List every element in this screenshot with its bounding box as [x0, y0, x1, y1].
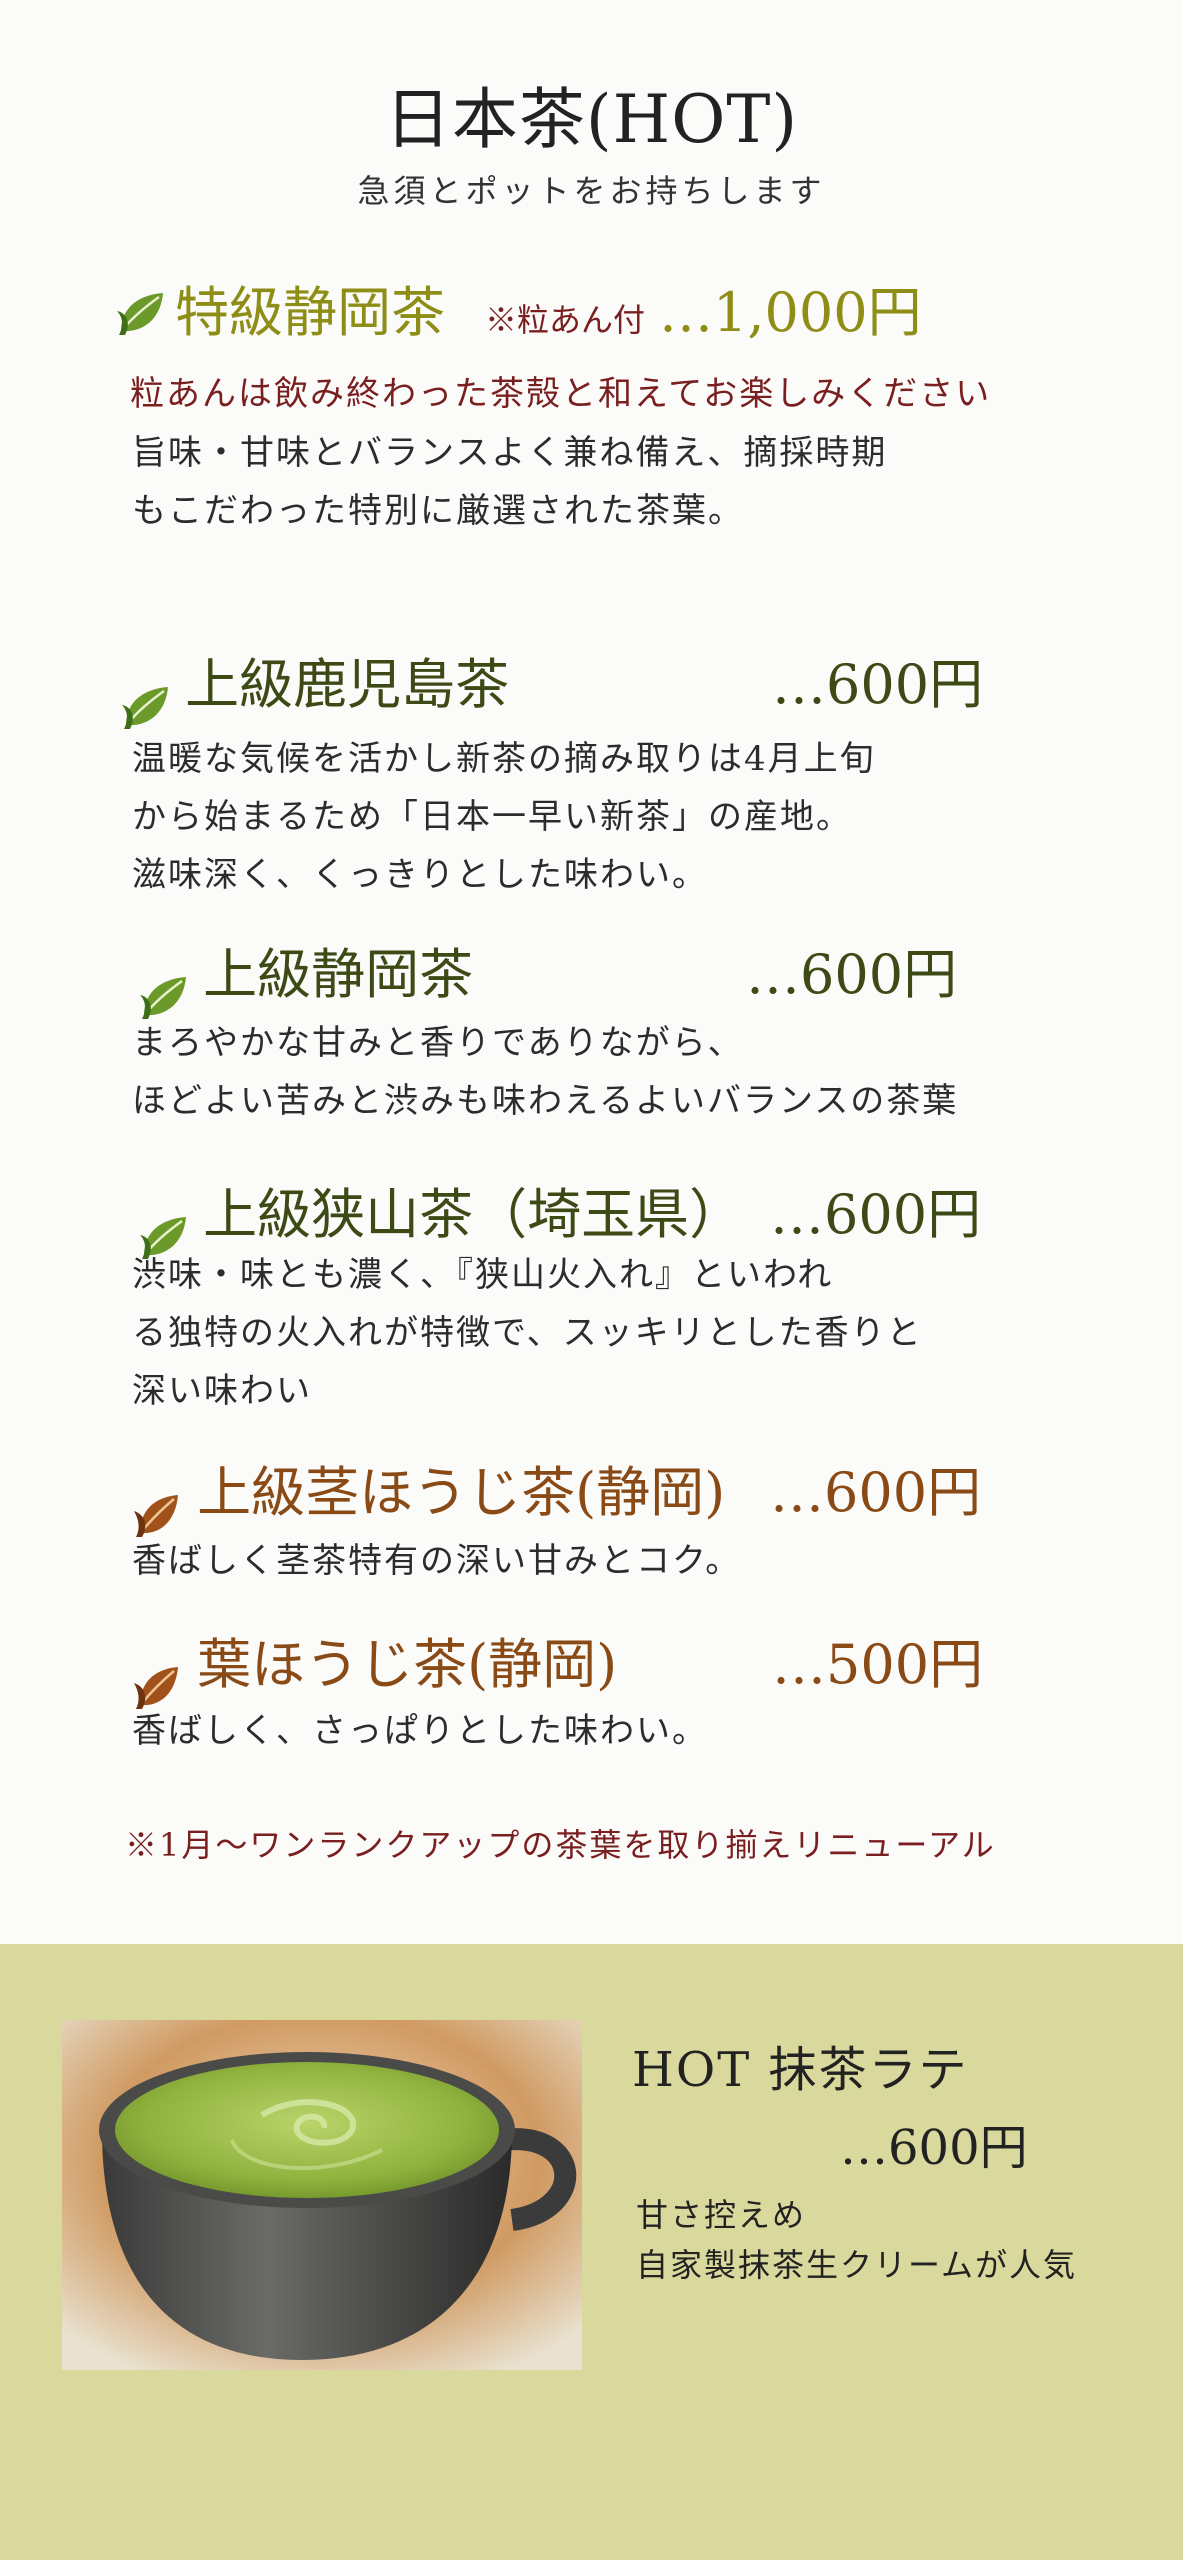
item-price: …600円	[770, 1183, 982, 1246]
menu-item-kuki-houjicha: 上級茎ほうじ茶(静岡)	[132, 1448, 725, 1533]
item-description: 渋味・味とも濃く、『狭山火入れ』といわれ る独特の火入れが特徴で、スッキリとした…	[132, 1255, 923, 1411]
latte-description: 甘さ控えめ 自家製抹茶生クリームが人気	[636, 2196, 1078, 2284]
item-price: …1,000円	[659, 281, 922, 344]
item-name: 上級茎ほうじ茶(静岡)	[197, 1461, 726, 1524]
item-price: …600円	[772, 653, 984, 716]
latte-name: HOT 抹茶ラテ	[632, 2042, 969, 2098]
menu-item-tokkyu-shizuoka: 特級静岡茶 ※粒あん付 …1,000円	[115, 268, 922, 347]
item-price: …600円	[746, 943, 958, 1006]
item-sub-note: 粒あんは飲み終わった茶殻と和えてお楽しみください	[130, 374, 992, 414]
item-name: 特級静岡茶	[175, 281, 445, 344]
item-name: 上級鹿児島茶	[185, 653, 510, 716]
menu-item-jokyu-sayama: 上級狭山茶（埼玉県）	[138, 1170, 743, 1255]
item-description: 旨味・甘味とバランスよく兼ね備え、摘採時期 もこだわった特別に厳選された茶葉。	[132, 433, 888, 531]
menu-item-ha-houjicha: 葉ほうじ茶(静岡)	[132, 1620, 617, 1705]
item-note: ※粒あん付	[485, 301, 646, 339]
renewal-footnote: ※1月〜ワンランクアップの茶葉を取り揃えリニューアル	[125, 1826, 996, 1864]
item-description: 香ばしく、さっぱりとした味わい。	[132, 1711, 708, 1751]
page-title: 日本茶(HOT)	[384, 81, 799, 158]
latte-price: …600円	[840, 2120, 1028, 2176]
item-name: 葉ほうじ茶(静岡)	[197, 1633, 618, 1696]
menu-item-jokyu-kagoshima: 上級鹿児島茶	[120, 640, 509, 725]
green-tea-leaf-icon	[120, 681, 172, 733]
item-name: 上級静岡茶	[203, 943, 474, 1006]
item-price: …600円	[770, 1461, 982, 1524]
matcha-latte-photo	[62, 2020, 582, 2370]
item-description: まろやかな甘みと香りでありながら、 ほどよい苦みと渋みも味わえるよいバランスの茶…	[132, 1023, 959, 1121]
item-description: 香ばしく茎茶特有の深い甘みとコク。	[132, 1541, 742, 1581]
item-description: 温暖な気候を活かし新茶の摘み取りは4月上旬 から始まるため「日本一早い新茶」の産…	[132, 739, 876, 895]
item-name: 上級狭山茶（埼玉県）	[203, 1183, 744, 1246]
green-tea-leaf-icon	[115, 287, 167, 339]
page-subtitle: 急須とポットをお持ちします	[357, 172, 826, 210]
item-price: …500円	[772, 1633, 984, 1696]
menu-item-jokyu-shizuoka: 上級静岡茶	[138, 930, 473, 1015]
